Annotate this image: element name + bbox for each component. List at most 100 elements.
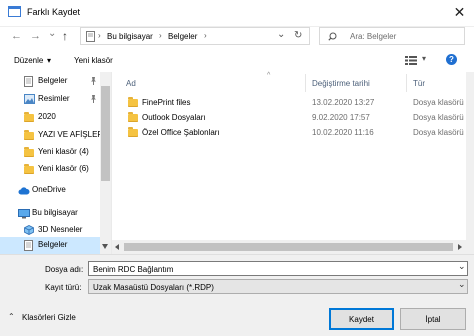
sort-indicator-icon: ^ [267,72,271,79]
sidebar-item-this-pc[interactable]: Bu bilgisayar [0,205,100,222]
sidebar-item-label: Yeni klasör (6) [38,164,89,173]
file-date: 10.02.2020 11:16 [312,128,374,137]
file-row[interactable]: Özel Office Şablonları 10.02.2020 11:16 … [112,126,464,140]
cancel-button-label: İptal [425,314,441,324]
sidebar-item-label: Yeni klasör (4) [38,147,89,156]
filename-input[interactable]: Benim RDC Bağlantım [88,261,468,276]
filetype-label: Kayıt türü: [45,283,82,292]
navigation-scroll-thumb[interactable] [101,86,110,181]
filetype-select[interactable]: Uzak Masaüstü Dosyaları (*.RDP) [88,279,468,294]
breadcrumb-separator-icon: › [98,31,101,40]
sidebar-item-documents-quick[interactable]: Belgeler [0,73,100,90]
close-icon: ✕ [453,3,466,20]
save-button[interactable]: Kaydet [329,308,394,330]
filetype-dropdown-icon[interactable]: ⌄ [458,279,466,290]
pin-icon [91,95,96,103]
folder-icon [24,130,34,140]
column-name[interactable]: Ad [126,79,136,88]
forward-icon[interactable]: → [30,30,41,42]
hide-folders-icon[interactable]: ⌃ [8,312,15,321]
column-date-modified[interactable]: Değiştirme tarihi [312,79,370,88]
file-type: Dosya klasörü [413,113,464,122]
scroll-down-icon[interactable] [102,244,108,249]
help-icon: ? [449,55,454,64]
view-options-icon[interactable] [405,56,417,65]
file-name: FinePrint files [142,98,191,107]
pictures-icon [24,94,35,104]
file-name: Özel Office Şablonları [142,128,220,137]
refresh-icon[interactable]: ↻ [294,30,302,41]
close-button[interactable]: ✕ [445,0,474,24]
address-bar[interactable]: › Bu bilgisayar › Belgeler › ⌄ ↻ [80,27,310,45]
breadcrumb-documents[interactable]: Belgeler [168,32,197,41]
sidebar-item-label: OneDrive [32,185,66,194]
sidebar-item-label: Bu bilgisayar [32,208,78,217]
folder-icon [128,112,138,122]
breadcrumb-separator-icon: › [159,31,162,40]
window-title: Farklı Kaydet [27,7,81,17]
sidebar-item-new-folder-4[interactable]: Yeni klasör (4) [0,144,100,161]
command-toolbar: Düzenle ▾ Yeni klasör ▾ ? [0,50,474,72]
scroll-left-icon[interactable] [115,244,120,250]
folder-icon [24,164,34,174]
sidebar-item-label: 2020 [38,112,56,121]
folder-icon [24,147,34,157]
file-date: 13.02.2020 13:27 [312,98,375,107]
documents-icon [86,31,95,42]
filename-value: Benim RDC Bağlantım [93,265,174,274]
recent-locations-icon[interactable]: ⌄ [48,28,56,39]
file-type: Dosya klasörü [413,98,464,107]
sidebar-item-label: Belgeler [38,76,68,85]
folder-icon [128,127,138,137]
file-row[interactable]: FinePrint files 13.02.2020 13:27 Dosya k… [112,96,464,110]
up-icon[interactable]: ↑ [62,29,68,43]
save-form-panel: Dosya adı: Benim RDC Bağlantım ⌄ Kayıt t… [0,254,474,336]
search-icon [328,32,337,41]
documents-icon [24,76,33,87]
sidebar-item-pictures[interactable]: Resimler [0,91,100,108]
organize-button[interactable]: Düzenle [14,56,43,65]
column-header-row: ^ Ad Değiştirme tarihi Tür [112,72,466,94]
column-divider[interactable] [305,74,306,92]
file-type: Dosya klasörü [413,128,464,137]
sidebar-item-onedrive[interactable]: OneDrive [0,182,100,199]
pin-icon [91,77,96,85]
sidebar-item-label: YAZI VE AFİŞLER [38,130,104,139]
sidebar-item-new-folder-6[interactable]: Yeni klasör (6) [0,161,100,178]
sidebar-item-label: 3D Nesneler [38,225,83,234]
help-button[interactable]: ? [446,54,457,65]
search-placeholder: Ara: Belgeler [350,32,397,41]
sidebar-item-documents[interactable]: Belgeler [0,237,100,254]
column-type[interactable]: Tür [413,79,425,88]
cube-icon [24,225,34,235]
filename-label: Dosya adı: [45,265,84,274]
new-folder-button[interactable]: Yeni klasör [74,56,113,65]
search-box[interactable]: Ara: Belgeler [319,27,465,45]
hide-folders-button[interactable]: Klasörleri Gizle [22,313,76,322]
view-dropdown-icon[interactable]: ▾ [422,54,426,63]
scroll-right-icon[interactable] [457,244,462,250]
address-dropdown-icon[interactable]: ⌄ [277,29,285,40]
cloud-icon [18,187,30,195]
sidebar-item-label: Belgeler [38,240,68,249]
sidebar-item-2020[interactable]: 2020 [0,109,100,126]
file-date: 9.02.2020 17:57 [312,113,370,122]
file-list-vertical-scrollbar[interactable] [466,72,474,254]
save-button-label: Kaydet [349,314,374,324]
file-name: Outlook Dosyaları [142,113,206,122]
breadcrumb-separator-icon: › [204,31,207,40]
folder-icon [24,112,34,122]
back-icon[interactable]: ← [11,30,22,42]
horizontal-scroll-thumb[interactable] [124,243,453,251]
breadcrumb-this-pc[interactable]: Bu bilgisayar [107,32,153,41]
navigation-pane: Belgeler Resimler 2020 YAZI VE AFİŞLER Y… [0,72,111,254]
filename-dropdown-icon[interactable]: ⌄ [458,261,466,272]
organize-dropdown-icon[interactable]: ▾ [47,56,51,65]
cancel-button[interactable]: İptal [400,308,466,330]
filetype-value: Uzak Masaüstü Dosyaları (*.RDP) [93,283,214,292]
documents-icon [24,240,33,251]
file-row[interactable]: Outlook Dosyaları 9.02.2020 17:57 Dosya … [112,111,464,125]
sidebar-item-yazi-ve-afisler[interactable]: YAZI VE AFİŞLER [0,127,104,144]
column-divider[interactable] [406,74,407,92]
folder-icon [128,97,138,107]
